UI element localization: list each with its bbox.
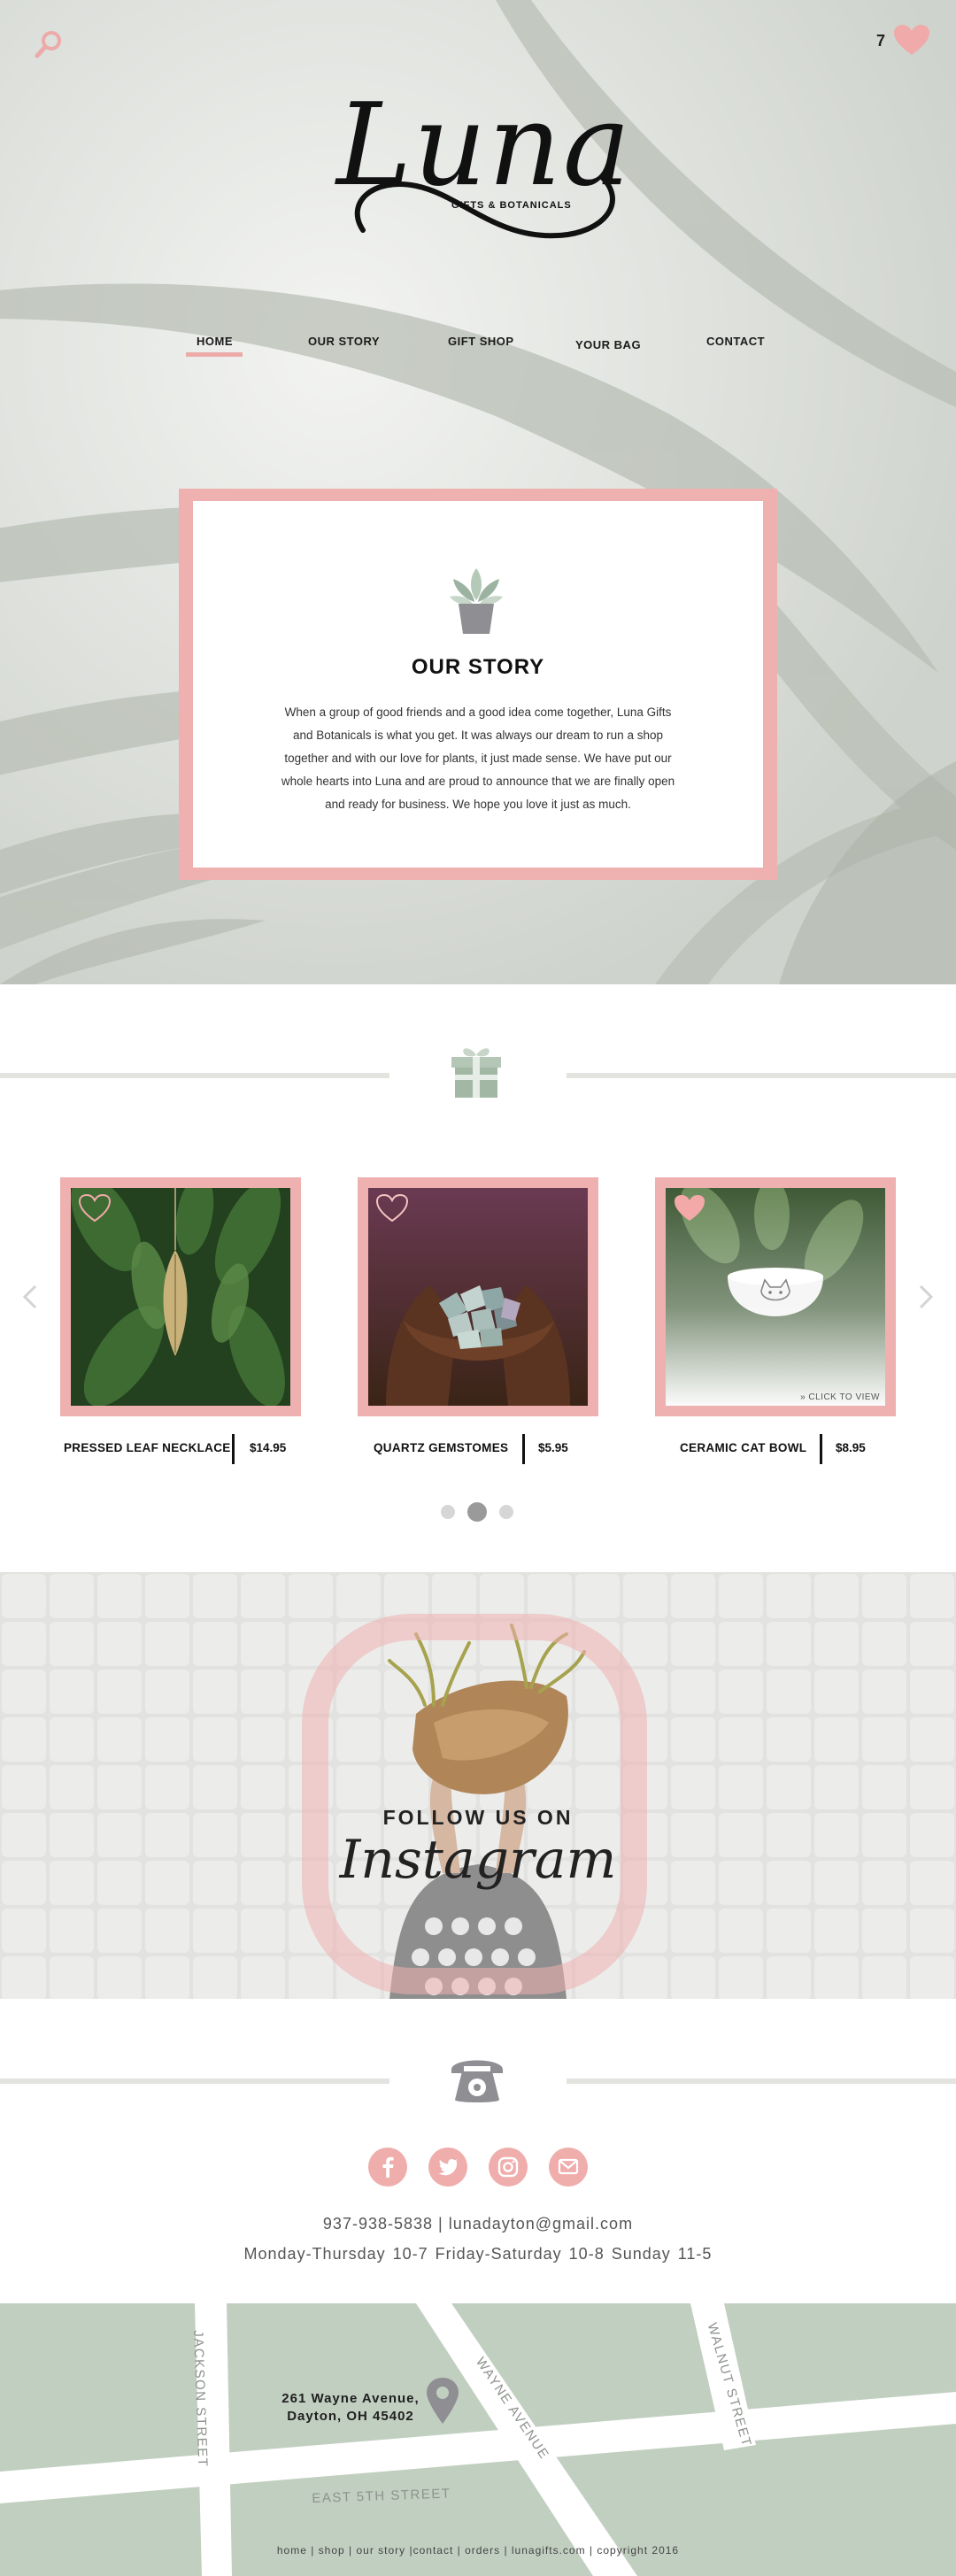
story-body: When a group of good friends and a good … <box>281 706 675 811</box>
main-nav: HOME OUR STORY GIFT SHOP YOUR BAG CONTAC… <box>177 335 779 370</box>
instagram-photo <box>0 1572 956 1999</box>
telephone-icon <box>451 2060 503 2102</box>
footer-links[interactable]: home | shop | our story |contact | order… <box>0 2544 956 2557</box>
succulent-icon <box>450 568 503 634</box>
product-image-frame[interactable] <box>60 1177 301 1416</box>
hero-section: 7 Luna GIFTS & BOTANICALS HOME OUR STORY… <box>0 0 956 984</box>
product-name[interactable]: QUARTZ GEMSTOMES <box>374 1441 508 1454</box>
product-price: $8.95 <box>836 1441 866 1454</box>
instagram-icon[interactable] <box>489 2148 528 2187</box>
favorite-heart-icon[interactable] <box>375 1193 409 1223</box>
shop-divider-right <box>567 1073 956 1078</box>
instagram-wordmark: Instagram <box>339 1829 617 1891</box>
search-icon[interactable] <box>32 27 67 62</box>
address-line-2: Dayton, OH 45402 <box>287 2409 414 2424</box>
story-title: OUR STORY <box>411 655 545 679</box>
contact-divider-right <box>567 2079 956 2084</box>
product-separator <box>232 1434 235 1464</box>
nav-contact[interactable]: CONTACT <box>706 335 765 348</box>
product-separator <box>820 1434 822 1464</box>
carousel-dot-2[interactable] <box>467 1502 487 1522</box>
product-image-frame[interactable]: » CLICK TO VIEW <box>655 1177 896 1416</box>
email-icon[interactable] <box>549 2148 588 2187</box>
carousel-prev-icon[interactable] <box>19 1284 41 1310</box>
nav-our-story[interactable]: OUR STORY <box>308 335 380 348</box>
gift-icon <box>451 1048 501 1098</box>
store-address: 261 Wayne Avenue, Dayton, OH 45402 <box>262 2390 439 2426</box>
luna-logo[interactable]: Luna GIFTS & BOTANICALS <box>336 71 633 257</box>
heart-icon[interactable] <box>894 25 929 57</box>
nav-your-bag[interactable]: YOUR BAG <box>575 338 641 351</box>
nav-gift-shop[interactable]: GIFT SHOP <box>448 335 514 348</box>
contact-divider-left <box>0 2079 389 2084</box>
address-line-1: 261 Wayne Avenue, <box>281 2391 420 2406</box>
favorite-heart-icon[interactable] <box>673 1193 706 1223</box>
product-separator <box>522 1434 525 1464</box>
bag-count-badge[interactable]: 7 <box>876 32 885 50</box>
facebook-icon[interactable] <box>368 2148 407 2187</box>
location-pin-icon[interactable] <box>425 2376 460 2426</box>
product-image-frame[interactable] <box>358 1177 598 1416</box>
shop-divider-left <box>0 1073 389 1078</box>
carousel-dot-3[interactable] <box>499 1505 513 1519</box>
instagram-banner[interactable]: FOLLOW US ON Instagram <box>0 1572 956 1999</box>
logo-wordmark: Luna <box>336 80 633 212</box>
product-name[interactable]: PRESSED LEAF NECKLACE <box>64 1441 231 1454</box>
carousel-next-icon[interactable] <box>915 1284 937 1310</box>
store-hours: Monday-Thursday 10-7 Friday-Saturday 10-… <box>243 2245 713 2263</box>
favorite-heart-icon[interactable] <box>78 1193 112 1223</box>
nav-active-indicator <box>186 352 243 357</box>
product-price: $14.95 <box>250 1441 287 1454</box>
twitter-icon[interactable] <box>428 2148 467 2187</box>
click-to-view-link[interactable]: » CLICK TO VIEW <box>800 1392 880 1402</box>
nav-home[interactable]: HOME <box>197 335 233 348</box>
product-price: $5.95 <box>538 1441 568 1454</box>
instagram-follow-text: FOLLOW US ON <box>382 1806 574 1829</box>
map-roads <box>0 2303 956 2576</box>
carousel-dot-1[interactable] <box>441 1505 455 1519</box>
product-name[interactable]: CERAMIC CAT BOWL <box>680 1441 806 1454</box>
contact-phone-email[interactable]: 937-938-5838 | lunadayton@gmail.com <box>0 2215 956 2233</box>
location-map[interactable]: JACKSON STREET WAYNE AVENUE WALNUT STREE… <box>0 2303 956 2576</box>
logo-tagline: GIFTS & BOTANICALS <box>451 200 572 211</box>
